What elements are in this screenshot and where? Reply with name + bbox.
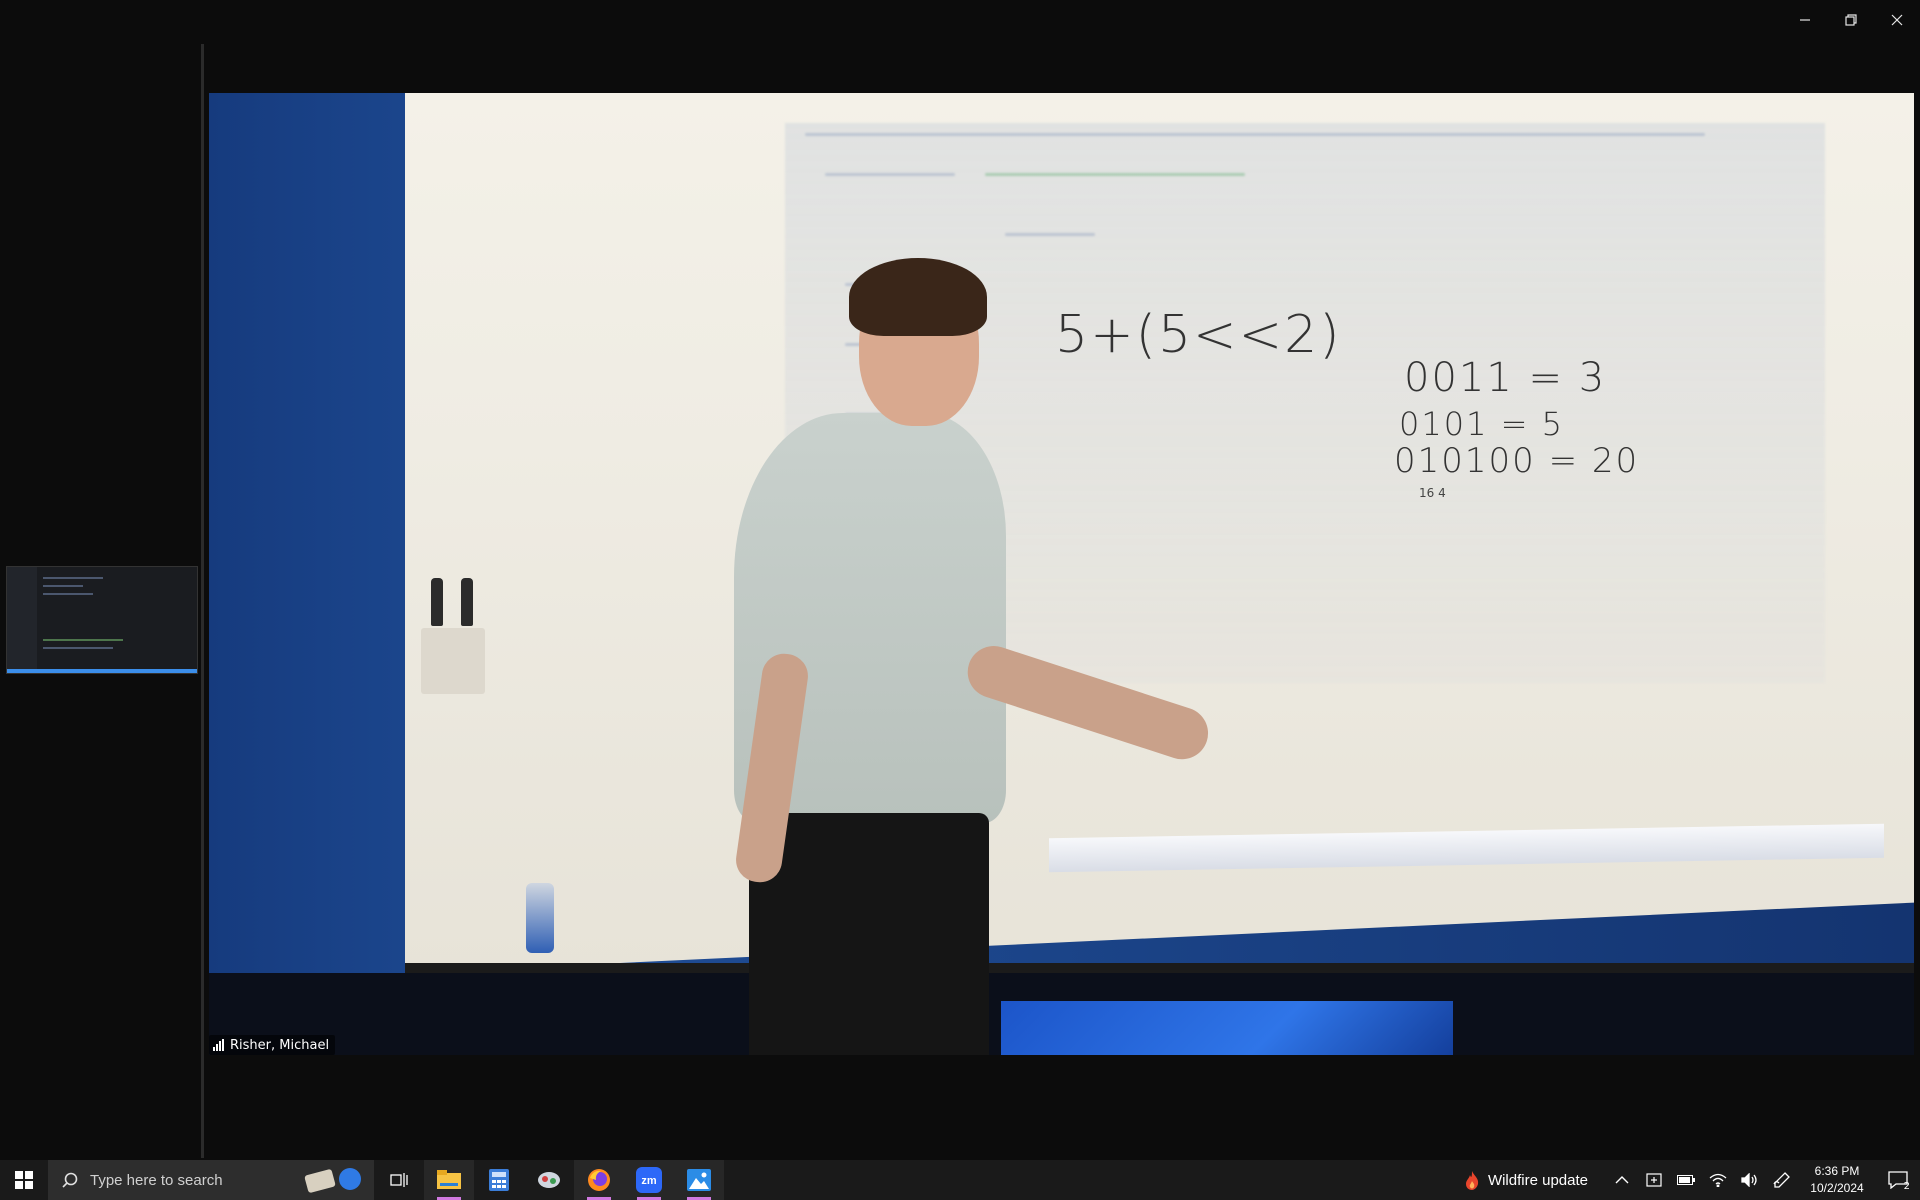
taskbar-zoom[interactable]: zm <box>624 1160 674 1200</box>
search-highlight-icon <box>304 1168 361 1193</box>
restore-icon <box>1845 14 1857 26</box>
person-legs <box>749 813 989 1055</box>
close-button[interactable] <box>1874 0 1920 40</box>
projected-line <box>825 173 955 176</box>
marker-holder <box>421 628 485 694</box>
search-box[interactable]: Type here to search <box>48 1160 374 1200</box>
participant-name: Risher, Michael <box>230 1037 330 1053</box>
search-placeholder: Type here to search <box>90 1171 223 1189</box>
whiteboard-line-3-subscript: 16 4 <box>1419 486 1446 500</box>
task-view-button[interactable] <box>374 1160 424 1200</box>
zoom-icon: zm <box>636 1167 662 1193</box>
marker <box>431 578 443 626</box>
taskbar-photos[interactable] <box>674 1160 724 1200</box>
person-hair <box>849 258 987 336</box>
tray-device-button[interactable] <box>1638 1160 1670 1200</box>
notification-center-button[interactable]: 2 <box>1876 1160 1920 1200</box>
taskbar-calculator[interactable] <box>474 1160 524 1200</box>
minimize-icon <box>1800 19 1810 21</box>
close-icon <box>1891 14 1903 26</box>
notification-count: 2 <box>1903 1181 1910 1192</box>
wildfire-widget[interactable]: Wildfire update <box>1464 1170 1588 1190</box>
monitor-screen <box>1001 1001 1453 1055</box>
spray-bottle <box>526 883 554 953</box>
app-icon <box>538 1172 560 1188</box>
taskbar: Type here to search zm Wildfire update 6… <box>0 1160 1920 1200</box>
whiteboard-expression: 5+(5<<2) <box>1055 305 1342 365</box>
calculator-icon <box>489 1169 509 1191</box>
minimize-button[interactable] <box>1782 0 1828 40</box>
start-button[interactable] <box>0 1160 48 1200</box>
svg-text:zm: zm <box>641 1175 657 1187</box>
clock-date: 10/2/2024 <box>1810 1181 1864 1195</box>
participant-name-badge: Risher, Michael <box>209 1035 336 1055</box>
volume-button[interactable] <box>1734 1160 1766 1200</box>
screen-share-thumbnail[interactable] <box>6 566 198 674</box>
battery-icon <box>1677 1175 1695 1185</box>
photos-icon <box>687 1169 711 1191</box>
thumbnail-line <box>43 593 93 595</box>
system-tray: Wildfire update 6:36 PM 10/2/2024 2 <box>1464 1160 1920 1200</box>
volume-icon <box>1741 1173 1757 1187</box>
participant-video[interactable]: 5+(5<<2) 0011 = 3 0101 = 5 010100 = 20 1… <box>209 93 1914 1055</box>
thumbnail-line <box>43 647 113 649</box>
thumbnail-line <box>43 577 103 579</box>
sidebar-divider[interactable] <box>201 44 204 1158</box>
firefox-icon <box>588 1169 610 1191</box>
thumbnail-side-panel <box>7 567 37 673</box>
wildfire-label: Wildfire update <box>1487 1171 1588 1189</box>
wifi-icon <box>1709 1173 1727 1187</box>
projected-menu-bar <box>805 133 1705 136</box>
clock[interactable]: 6:36 PM 10/2/2024 <box>1798 1163 1876 1197</box>
show-hidden-icons-button[interactable] <box>1606 1160 1638 1200</box>
pen-workspace-button[interactable] <box>1766 1160 1798 1200</box>
window-controls <box>1782 0 1920 40</box>
taskbar-file-explorer[interactable] <box>424 1160 474 1200</box>
signal-strength-icon <box>213 1039 224 1051</box>
whiteboard-line-1: 0011 = 3 <box>1404 355 1607 401</box>
search-icon <box>62 1172 78 1188</box>
whiteboard-line-3: 010100 = 20 <box>1394 441 1640 481</box>
whiteboard-line-2: 0101 = 5 <box>1399 405 1564 443</box>
task-view-icon <box>390 1173 408 1187</box>
marker <box>461 578 473 626</box>
taskbar-firefox[interactable] <box>574 1160 624 1200</box>
device-icon <box>1646 1173 1662 1187</box>
thumbnail-line <box>43 639 123 641</box>
chevron-up-icon <box>1615 1176 1629 1184</box>
projected-line <box>985 173 1245 176</box>
projected-line <box>1005 233 1095 236</box>
filmstrip-sidebar <box>0 44 202 1158</box>
file-explorer-icon <box>437 1170 461 1189</box>
thumbnail-status-bar <box>7 669 197 673</box>
taskbar-app[interactable] <box>524 1160 574 1200</box>
pen-icon <box>1773 1172 1790 1188</box>
battery-button[interactable] <box>1670 1160 1702 1200</box>
restore-button[interactable] <box>1828 0 1874 40</box>
windows-icon <box>15 1171 33 1189</box>
network-button[interactable] <box>1702 1160 1734 1200</box>
fire-icon <box>1465 1171 1479 1190</box>
clock-time: 6:36 PM <box>1814 1164 1860 1178</box>
thumbnail-line <box>43 585 83 587</box>
